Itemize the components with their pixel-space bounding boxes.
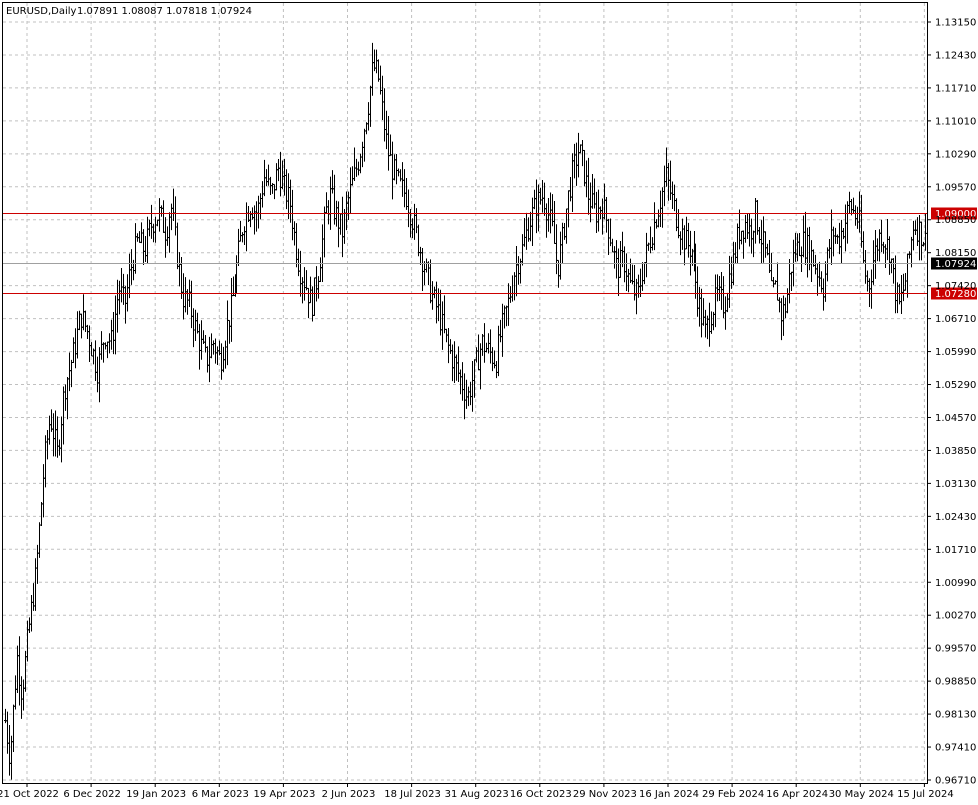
- y-tick-label: 1.03130: [935, 479, 976, 490]
- x-tick-label: 15 Jul 2024: [897, 789, 954, 800]
- y-tick-label: 1.00270: [935, 611, 976, 622]
- y-tick-label: 1.08850: [935, 215, 976, 226]
- y-tick-label: 1.00990: [935, 578, 976, 589]
- y-tick-label: 1.05990: [935, 347, 976, 358]
- y-tick-label: 1.12430: [935, 50, 976, 61]
- x-tick-label: 29 Nov 2023: [573, 789, 637, 800]
- y-tick-label: 1.04570: [935, 413, 976, 424]
- x-tick-label: 6 Dec 2022: [63, 789, 121, 800]
- y-tick-label: 1.11710: [935, 83, 976, 94]
- x-tick-label: 18 Jul 2023: [384, 789, 441, 800]
- y-tick-label: 0.98130: [935, 710, 976, 721]
- x-tick-label: 16 Jan 2024: [639, 789, 699, 800]
- x-tick-label: 29 Feb 2024: [702, 789, 764, 800]
- chart-ohlc-values: 1.07891 1.08087 1.07818 1.07924: [77, 6, 252, 17]
- y-tick-label: 0.96710: [935, 776, 976, 787]
- x-tick-label: 16 Apr 2024: [766, 789, 828, 800]
- y-tick-label: 1.03850: [935, 446, 976, 457]
- current-price-label: 1.07924: [935, 259, 976, 270]
- x-tick-label: 19 Jan 2023: [126, 789, 186, 800]
- y-tick-label: 1.07420: [935, 281, 976, 292]
- x-tick-label: 19 Apr 2023: [253, 789, 315, 800]
- y-tick-label: 1.13150: [935, 18, 976, 29]
- x-tick-label: 21 Oct 2022: [0, 789, 59, 800]
- y-tick-label: 1.06710: [935, 314, 976, 325]
- x-tick-label: 31 Aug 2023: [445, 789, 509, 800]
- y-tick-label: 1.08150: [935, 248, 976, 259]
- y-tick-label: 0.97410: [935, 743, 976, 754]
- y-tick-label: 0.98850: [935, 677, 976, 688]
- y-tick-label: 1.02430: [935, 512, 976, 523]
- ohlc-chart: 1.090001.072801.07924 1.131501.124301.11…: [0, 0, 978, 805]
- x-tick-label: 30 May 2024: [829, 789, 894, 800]
- x-tick-label: 6 Mar 2023: [192, 789, 249, 800]
- y-tick-label: 0.99570: [935, 644, 976, 655]
- x-tick-label: 16 Oct 2023: [510, 789, 572, 800]
- y-tick-label: 1.01710: [935, 545, 976, 556]
- x-tick-label: 2 Jun 2023: [322, 789, 376, 800]
- y-tick-label: 1.05290: [935, 380, 976, 391]
- y-tick-label: 1.11010: [935, 116, 976, 127]
- y-tick-label: 1.09570: [935, 182, 976, 193]
- chart-symbol: EURUSD,Daily: [6, 6, 77, 17]
- y-tick-label: 1.10290: [935, 149, 976, 160]
